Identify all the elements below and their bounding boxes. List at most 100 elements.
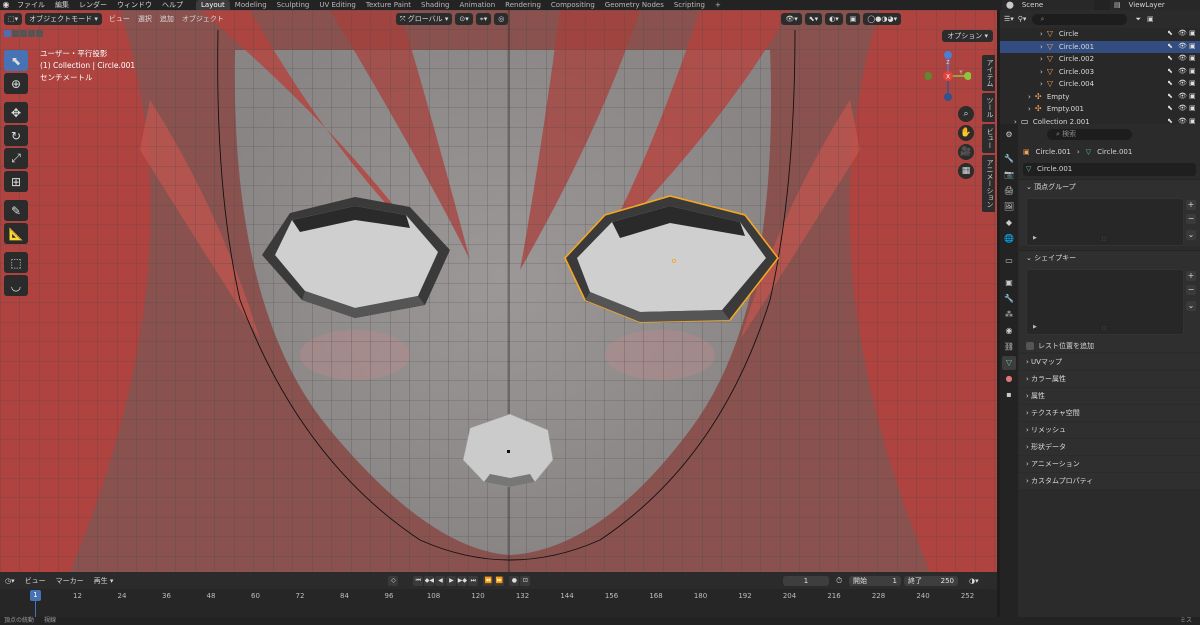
proportional-edit-icon[interactable]: ◎ xyxy=(494,12,509,25)
select-toggle-icon[interactable]: ⬉ xyxy=(1167,42,1174,50)
particles-tab-icon[interactable]: ⁂ xyxy=(1002,308,1016,322)
timeline-editor-type-icon[interactable]: ◷▾ xyxy=(0,577,20,585)
start-frame-field[interactable]: 開始 1 xyxy=(849,576,901,586)
sidebar-tab-item[interactable]: アイテム xyxy=(982,55,995,91)
viewlayer-selector[interactable]: ▤ ViewLayer xyxy=(1110,0,1200,10)
collapsed-panel-header[interactable]: › カスタムプロパティ xyxy=(1019,473,1200,489)
timeline-ruler[interactable]: 12 24 36 48 60 72 84 96 108 120 132 144 156 168 180 192… xyxy=(0,590,997,604)
collapsed-panel-header[interactable]: › テクスチャ空間 xyxy=(1019,405,1200,421)
expand-arrow-icon[interactable]: › xyxy=(1040,55,1043,63)
tab-sculpting[interactable]: Sculpting xyxy=(272,0,315,10)
select-toggle-icon[interactable]: ⬉ xyxy=(1167,105,1174,112)
timeline-options-icon[interactable]: ◑▾ xyxy=(965,575,983,587)
outliner-row[interactable]: › ✣ Empty.001 ⬉ 👁 ▣ xyxy=(1000,103,1200,116)
menu-add[interactable]: 追加 xyxy=(156,14,178,24)
outliner-editor-type-icon[interactable]: ☰▾ xyxy=(1004,15,1014,23)
mesh-data-tab-icon[interactable]: ▽ xyxy=(1002,356,1016,370)
constraints-tab-icon[interactable]: ⛓ xyxy=(1002,340,1016,354)
options-dropdown[interactable]: オプション ▾ xyxy=(942,30,993,42)
expand-arrow-icon[interactable]: › xyxy=(1040,80,1043,88)
menu-view[interactable]: ビュー xyxy=(105,14,134,24)
shape-list-expand-icon[interactable]: ▶ xyxy=(1033,324,1037,330)
physics-tab-icon[interactable]: ◉ xyxy=(1002,324,1016,338)
play-reverse-icon[interactable]: ◀ xyxy=(435,575,446,586)
select-invert-icon[interactable] xyxy=(28,30,35,37)
pan-hand-icon[interactable]: ✋ xyxy=(958,125,974,141)
render-toggle-icon[interactable]: ▣ xyxy=(1189,42,1196,50)
expand-arrow-icon[interactable]: › xyxy=(1028,93,1031,101)
breadcrumb-mesh[interactable]: Circle.001 xyxy=(1097,148,1132,156)
blender-logo-icon[interactable]: ◉ xyxy=(0,0,12,10)
expand-arrow-icon[interactable]: › xyxy=(1040,30,1043,38)
menu-file[interactable]: ファイル xyxy=(12,0,50,10)
expand-arrow-icon[interactable]: › xyxy=(1040,68,1043,76)
select-toggle-icon[interactable]: ⬉ xyxy=(1167,67,1174,75)
select-tool-icon[interactable]: ⬉ xyxy=(4,50,28,71)
hide-toggle-icon[interactable]: 👁 xyxy=(1178,92,1187,100)
outliner-row[interactable]: › ✣ Empty ⬉ 👁 ▣ xyxy=(1000,91,1200,104)
select-toggle-icon[interactable]: ⬉ xyxy=(1167,55,1174,62)
jump-start-icon[interactable]: ⏮ xyxy=(413,575,424,586)
hide-toggle-icon[interactable]: 👁 xyxy=(1178,105,1187,112)
auto-key-icon[interactable]: ● xyxy=(509,575,520,586)
tab-rendering[interactable]: Rendering xyxy=(500,0,546,10)
scale-tool-icon[interactable]: ⤢ xyxy=(4,148,28,169)
play-icon[interactable]: ▶ xyxy=(446,575,457,586)
output-tab-icon[interactable]: 🖨 xyxy=(1002,184,1016,198)
menu-object[interactable]: オブジェクト xyxy=(178,14,228,24)
mesh-datablock-field[interactable]: ▽ Circle.001 xyxy=(1023,163,1196,176)
gizmo-z-positive[interactable] xyxy=(944,51,952,59)
sidebar-tab-tool[interactable]: ツール xyxy=(982,93,995,122)
tab-modeling[interactable]: Modeling xyxy=(230,0,272,10)
outliner-filter-icon[interactable]: ⏷ xyxy=(1135,15,1141,24)
xray-icon[interactable]: ▣ xyxy=(845,12,861,25)
shading-modes[interactable]: ◯●◑◕▾ xyxy=(863,12,902,25)
hide-toggle-icon[interactable]: 👁 xyxy=(1178,80,1187,87)
keyframe-icon[interactable]: ◇ xyxy=(388,575,399,586)
checkbox-box[interactable] xyxy=(1026,341,1034,350)
select-subtract-icon[interactable] xyxy=(20,30,27,37)
next-frame-icon[interactable]: ⏩ xyxy=(494,575,505,586)
annotate-tool-icon[interactable]: ✎ xyxy=(4,200,28,221)
select-new-icon[interactable] xyxy=(4,30,11,37)
view-layer-tab-icon[interactable]: 🖼 xyxy=(1002,200,1016,214)
select-toggle-icon[interactable]: ⬉ xyxy=(1167,80,1174,87)
resize-handle-icon[interactable]: ∷ xyxy=(1102,236,1106,243)
next-keyframe-icon[interactable]: ▶◆ xyxy=(457,575,468,586)
collapsed-panel-header[interactable]: › 形状データ xyxy=(1019,439,1200,455)
remove-vertex-group-button[interactable]: − xyxy=(1186,214,1196,224)
select-intersect-icon[interactable] xyxy=(36,30,43,37)
remove-shape-key-button[interactable]: − xyxy=(1186,285,1196,295)
3d-viewport[interactable]: ⬚▾ オブジェクトモード ▾ ビュー 選択 追加 オブジェクト ⤧ グローバル … xyxy=(0,10,997,572)
snap-icon[interactable]: ⌖▾ xyxy=(475,12,492,25)
texture-tab-icon[interactable]: ▪ xyxy=(1002,388,1016,402)
modifier-tab-icon[interactable]: 🔧 xyxy=(1002,292,1016,306)
tab-texture-paint[interactable]: Texture Paint xyxy=(361,0,416,10)
collapsed-panel-header[interactable]: › UVマップ xyxy=(1019,354,1200,370)
add-shape-key-button[interactable]: + xyxy=(1186,271,1196,281)
rotate-tool-icon[interactable]: ↻ xyxy=(4,125,28,146)
outliner-row[interactable]: › ▽ Circle ⬉ 👁 ▣ xyxy=(1000,28,1200,41)
collapsed-panel-header[interactable]: › カラー属性 xyxy=(1019,371,1200,387)
gizmo-toggle-icon[interactable]: ⬉▾ xyxy=(804,12,823,25)
zoom-icon[interactable]: ⌕ xyxy=(958,106,974,122)
material-tab-icon[interactable]: ● xyxy=(1002,372,1016,386)
stopwatch-icon[interactable]: ⏱ xyxy=(836,576,842,586)
shape-keys-list[interactable]: ▶ ∷ xyxy=(1026,269,1184,335)
timeline-menu-view[interactable]: ビュー xyxy=(20,576,51,586)
hide-toggle-icon[interactable]: 👁 xyxy=(1178,67,1187,75)
tab-compositing[interactable]: Compositing xyxy=(546,0,600,10)
list-expand-icon[interactable]: ▶ xyxy=(1033,235,1037,241)
collapsed-panel-header[interactable]: › リメッシュ xyxy=(1019,422,1200,438)
timeline-menu-playback[interactable]: 再生 ▾ xyxy=(89,576,119,586)
tab-layout[interactable]: Layout xyxy=(196,0,230,10)
scene-selector[interactable]: ⬤ Scene xyxy=(1002,0,1094,10)
tab-animation[interactable]: Animation xyxy=(454,0,500,10)
shape-key-specials-button[interactable]: ⌄ xyxy=(1186,301,1196,311)
hide-toggle-icon[interactable]: 👁 xyxy=(1178,42,1187,50)
render-toggle-icon[interactable]: ▣ xyxy=(1189,92,1196,100)
select-extend-icon[interactable] xyxy=(12,30,19,37)
select-toggle-icon[interactable]: ⬉ xyxy=(1167,92,1174,100)
render-toggle-icon[interactable]: ▣ xyxy=(1189,55,1196,62)
hide-toggle-icon[interactable]: 👁 xyxy=(1178,30,1187,37)
